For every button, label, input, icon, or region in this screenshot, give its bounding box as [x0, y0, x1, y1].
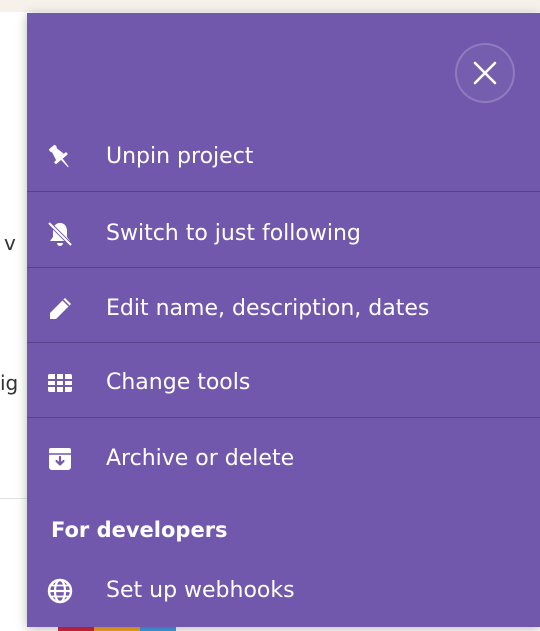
- menu-divider: [27, 267, 540, 268]
- menu-item-change-tools[interactable]: Change tools: [27, 345, 540, 421]
- menu-item-set-up-webhooks[interactable]: Set up webhooks: [27, 553, 540, 629]
- grid-icon: [45, 368, 75, 398]
- background-divider: [0, 498, 30, 499]
- menu-item-unpin-project[interactable]: Unpin project: [27, 119, 540, 195]
- project-options-menu: Unpin project Switch to just following E…: [27, 13, 540, 627]
- menu-item-archive-or-delete[interactable]: Archive or delete: [27, 421, 540, 497]
- menu-item-label: Set up webhooks: [106, 578, 295, 603]
- bell-off-icon: [45, 219, 75, 249]
- close-icon: [473, 61, 497, 85]
- menu-item-edit-details[interactable]: Edit name, description, dates: [27, 271, 540, 347]
- menu-item-switch-to-following[interactable]: Switch to just following: [27, 196, 540, 272]
- developers-section-heading: For developers: [51, 518, 228, 542]
- screen: v ig Unpin project Switch to just follow…: [0, 0, 540, 631]
- globe-icon: [45, 576, 75, 606]
- background-text-fragment: v: [4, 231, 16, 255]
- menu-divider: [27, 342, 540, 343]
- menu-item-label: Archive or delete: [106, 446, 295, 471]
- menu-item-label: Switch to just following: [106, 221, 361, 246]
- menu-divider: [27, 191, 540, 192]
- top-strip: [0, 0, 540, 12]
- menu-item-label: Unpin project: [106, 144, 254, 169]
- menu-divider: [27, 417, 540, 418]
- archive-icon: [45, 444, 75, 474]
- menu-item-label: Edit name, description, dates: [106, 296, 430, 321]
- menu-item-label: Change tools: [106, 370, 251, 395]
- close-button[interactable]: [455, 43, 515, 103]
- background-text-fragment: ig: [0, 371, 19, 395]
- pencil-icon: [45, 294, 75, 324]
- pin-icon: [45, 142, 75, 172]
